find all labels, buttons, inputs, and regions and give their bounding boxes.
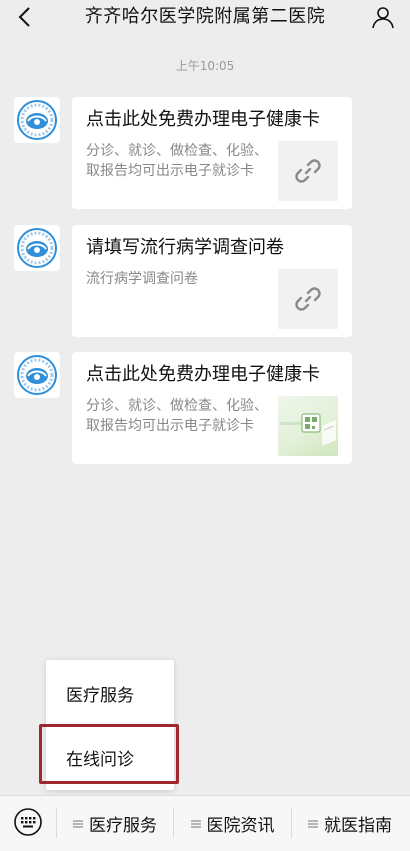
hospital-avatar[interactable] <box>14 97 60 143</box>
message-time: 上午10:05 <box>175 59 235 73</box>
hospital-logo-icon <box>17 100 57 140</box>
link-card[interactable]: 点击此处免费办理电子健康卡 分诊、就诊、做检查、化验、取报告均可出示电子就诊卡 <box>72 97 352 209</box>
menu-lines-icon <box>308 819 318 829</box>
bottom-menu-bar: 医疗服务 医院资讯 就医指南 <box>0 795 410 851</box>
hospital-avatar[interactable] <box>14 225 60 271</box>
keyboard-icon <box>14 808 42 836</box>
person-icon <box>372 7 394 29</box>
link-card[interactable]: 点击此处免费办理电子健康卡 分诊、就诊、做检查、化验、取报告均可出示电子就诊卡 <box>72 352 352 464</box>
highlight-box <box>39 724 179 784</box>
card-description: 分诊、就诊、做检查、化验、取报告均可出示电子就诊卡 <box>86 143 268 179</box>
message-item: 点击此处免费办理电子健康卡 分诊、就诊、做检查、化验、取报告均可出示电子就诊卡 <box>14 352 354 464</box>
health-card-thumbnail <box>278 396 338 456</box>
page-title: 齐齐哈尔医学院附属第二医院 <box>84 6 326 27</box>
link-icon <box>295 159 321 183</box>
message-item: 点击此处免费办理电子健康卡 分诊、就诊、做检查、化验、取报告均可出示电子就诊卡 <box>14 97 354 209</box>
menu-lines-icon <box>190 819 201 829</box>
chevron-left-icon <box>18 7 30 27</box>
keyboard-toggle-button[interactable] <box>12 806 44 838</box>
menu-tab-label: 医疗服务 <box>89 816 157 836</box>
back-button[interactable] <box>10 2 40 32</box>
menu-tab-medical-guide[interactable]: 就医指南 <box>292 796 408 851</box>
message-item: 请填写流行病学调查问卷 流行病学调查问卷 <box>14 225 354 337</box>
card-title: 点击此处免费办理电子健康卡 <box>86 364 320 385</box>
submenu-item-medical-service[interactable]: 医疗服务 <box>46 668 174 718</box>
menu-tab-medical-service[interactable]: 医疗服务 <box>57 796 173 851</box>
hospital-logo-icon <box>17 228 57 268</box>
hospital-logo-icon <box>17 355 57 395</box>
health-card-image <box>280 413 336 446</box>
nav-header: 齐齐哈尔医学院附属第二医院 <box>0 0 410 36</box>
link-icon <box>295 287 321 311</box>
card-title: 点击此处免费办理电子健康卡 <box>86 109 320 130</box>
profile-button[interactable] <box>368 2 398 32</box>
menu-tab-label: 医院资讯 <box>206 816 275 836</box>
link-thumbnail <box>278 269 338 329</box>
hospital-avatar[interactable] <box>14 352 60 398</box>
menu-tab-label: 就医指南 <box>324 816 392 836</box>
menu-tab-hospital-news[interactable]: 医院资讯 <box>174 796 291 851</box>
link-thumbnail <box>278 141 338 201</box>
card-description: 分诊、就诊、做检查、化验、取报告均可出示电子就诊卡 <box>86 398 268 434</box>
menu-lines-icon <box>73 819 83 829</box>
link-card[interactable]: 请填写流行病学调查问卷 流行病学调查问卷 <box>72 225 352 337</box>
card-title: 请填写流行病学调查问卷 <box>86 237 284 258</box>
card-description: 流行病学调查问卷 <box>86 271 198 287</box>
